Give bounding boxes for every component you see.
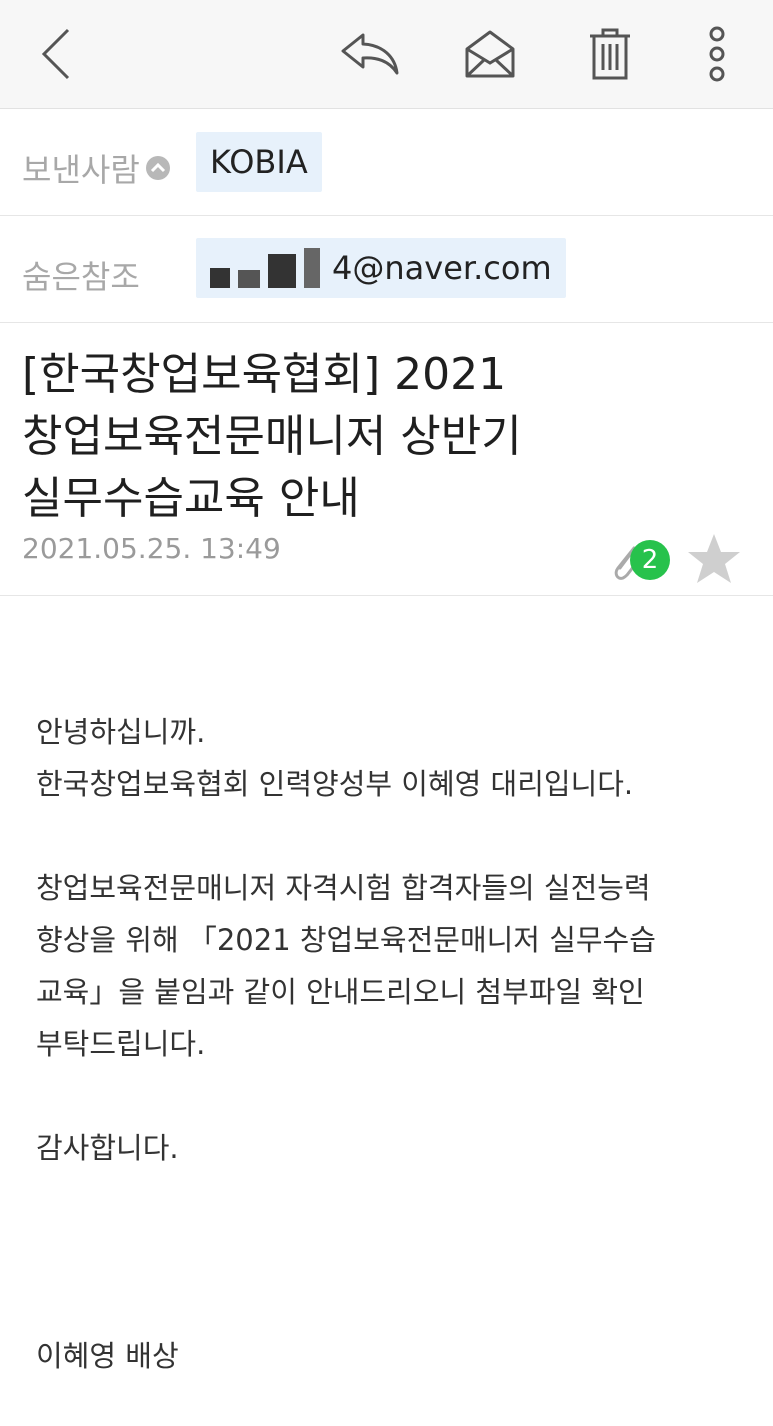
sender-label-group: 보낸사람 (22, 145, 170, 191)
sender-label: 보낸사람 (22, 151, 140, 189)
bcc-label: 숨은참조 (22, 258, 140, 296)
reply-icon (341, 33, 399, 75)
attachment-button[interactable]: 2 (608, 538, 670, 584)
body-thanks: 감사합니다. (36, 1131, 179, 1165)
subject-line: 창업보육전문매니저 상반기 (22, 411, 522, 462)
reply-button[interactable] (330, 14, 410, 94)
body-line: 향상을 위해 「2021 창업보육전문매니저 실무수습 (36, 923, 656, 957)
back-icon (41, 28, 70, 80)
mail-subject: [한국창업보육협회] 2021 창업보육전문매니저 상반기 실무수습교육 안내 (22, 344, 722, 530)
mail-view-screen: 보낸사람 KOBIA 숨은참조 4@naver.com [한국창업보육협회] 2… (0, 0, 773, 1426)
body-signature: 이혜영 배상 (36, 1339, 179, 1373)
bcc-row: 숨은참조 4@naver.com (0, 216, 773, 323)
more-button[interactable] (677, 14, 757, 94)
bcc-chip[interactable]: 4@naver.com (196, 238, 566, 298)
back-button[interactable] (16, 14, 96, 94)
mark-unread-button[interactable] (450, 14, 530, 94)
top-toolbar (0, 0, 773, 109)
sender-chip[interactable]: KOBIA (196, 132, 322, 192)
subject-line: 실무수습교육 안내 (22, 473, 360, 524)
mail-body: 안녕하십니까. 한국창업보육협회 인력양성부 이혜영 대리입니다. 창업보육전문… (36, 706, 746, 1382)
header-divider (0, 595, 773, 596)
star-icon[interactable] (686, 532, 742, 586)
body-line: 창업보육전문매니저 자격시험 합격자들의 실전능력 (36, 871, 651, 905)
expand-recipients-icon[interactable] (145, 156, 170, 180)
body-line: 부탁드립니다. (36, 1027, 206, 1061)
delete-button[interactable] (570, 14, 650, 94)
sender-row: 보낸사람 KOBIA (0, 109, 773, 216)
mail-date: 2021.05.25. 13:49 (22, 532, 281, 565)
mark-read-icon (465, 30, 515, 78)
bcc-email: 4@naver.com (332, 249, 552, 287)
more-icon (709, 26, 725, 82)
subject-line: [한국창업보육협회] 2021 (22, 349, 507, 400)
attachment-count-badge: 2 (630, 540, 670, 580)
body-line: 교육」을 붙임과 같이 안내드리오니 첨부파일 확인 (36, 975, 645, 1009)
trash-icon (590, 28, 630, 80)
body-greeting: 안녕하십니까. (36, 715, 206, 749)
body-intro: 한국창업보육협회 인력양성부 이혜영 대리입니다. (36, 767, 634, 801)
masked-email-pixels (210, 248, 322, 288)
